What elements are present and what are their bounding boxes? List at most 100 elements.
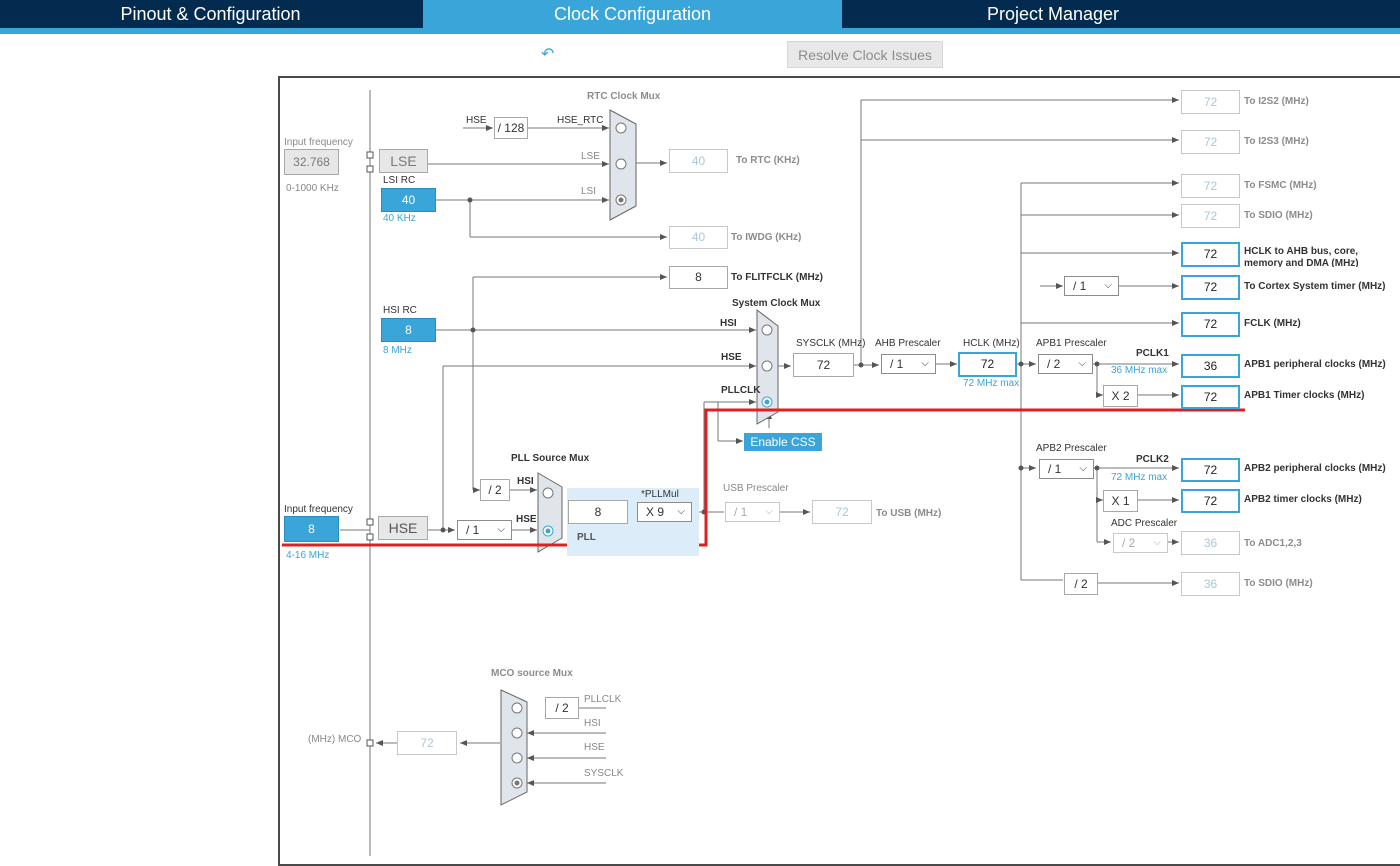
- hse-divider-value: / 1: [466, 523, 480, 537]
- hclk-input[interactable]: 72: [958, 352, 1017, 377]
- apb1-prescaler-select[interactable]: / 2 ⌵: [1038, 354, 1093, 374]
- adc-prescaler-value: / 2: [1122, 536, 1136, 550]
- pll-hsi-label: HSI: [517, 476, 534, 487]
- apb1-prescaler-label: APB1 Prescaler: [1036, 338, 1107, 349]
- iwdg-output: 40: [669, 226, 728, 249]
- i2s2-label: To I2S2 (MHz): [1244, 96, 1309, 107]
- adc-prescaler-label: ADC Prescaler: [1111, 518, 1178, 529]
- pclk2-label: PCLK2: [1136, 454, 1169, 465]
- rtc-hse-label: HSE: [466, 115, 487, 126]
- adc-prescaler-select[interactable]: / 2 ⌵: [1113, 533, 1168, 553]
- hse-input-label: Input frequency: [284, 504, 353, 515]
- hse-divider-select[interactable]: / 1 ⌵: [457, 520, 512, 540]
- pllmul-select[interactable]: X 9 ⌵: [637, 502, 692, 522]
- apb2-peripheral-label: APB2 peripheral clocks (MHz): [1244, 463, 1386, 474]
- lsi-title: LSI RC: [383, 175, 416, 186]
- apb1-max: 36 MHz max: [1111, 365, 1168, 376]
- apb2-peripheral-value[interactable]: 72: [1181, 458, 1240, 482]
- apb2-max: 72 MHz max: [1111, 472, 1168, 483]
- chevron-down-icon: ⌵: [1078, 358, 1086, 369]
- chevron-down-icon: ⌵: [765, 506, 773, 517]
- usb-prescaler-value: / 1: [734, 505, 748, 519]
- apb1-peripheral-label: APB1 peripheral clocks (MHz): [1244, 359, 1386, 370]
- rtc-mux-title: RTC Clock Mux: [587, 91, 661, 102]
- sysmux-pllclk-label: PLLCLK: [721, 385, 761, 396]
- flitfclk-label: To FLITFCLK (MHz): [731, 272, 824, 283]
- sysclk-value: 72: [793, 353, 854, 377]
- apb2-prescaler-select[interactable]: / 1 ⌵: [1039, 459, 1094, 479]
- pll-label: PLL: [577, 532, 596, 543]
- chevron-down-icon: ⌵: [1104, 280, 1112, 291]
- mco-hse-label: HSE: [584, 742, 605, 753]
- sdio2-output: 36: [1181, 572, 1240, 596]
- apb1-timer-value[interactable]: 72: [1181, 385, 1240, 409]
- clock-tree-wires: [282, 90, 1245, 856]
- sysmux-hsi-label: HSI: [720, 318, 737, 329]
- apb2-prescaler-value: / 1: [1048, 462, 1062, 476]
- usb-prescaler-label: USB Prescaler: [723, 483, 789, 494]
- mco-divider: / 2: [545, 697, 579, 719]
- rtc-lsi-label: LSI: [581, 186, 597, 197]
- hsi-value[interactable]: 8: [381, 318, 436, 342]
- hclk-ahb-label: HCLK to AHB bus, core,: [1244, 246, 1359, 257]
- chevron-down-icon: ⌵: [497, 524, 505, 535]
- fclk-value[interactable]: 72: [1181, 312, 1240, 337]
- pll-hse-label: HSE: [516, 514, 537, 525]
- usb-prescaler-select[interactable]: / 1 ⌵: [725, 502, 780, 522]
- usb-output-label: To USB (MHz): [876, 508, 942, 519]
- adc-output-label: To ADC1,2,3: [1244, 538, 1302, 549]
- flitfclk-output: 8: [669, 266, 728, 289]
- cortex-timer-value[interactable]: 72: [1181, 275, 1240, 300]
- iwdg-label: To IWDG (KHz): [731, 232, 802, 243]
- ahb-prescaler-select[interactable]: / 1 ⌵: [881, 354, 936, 374]
- cortex-divider-select[interactable]: / 1 ⌵: [1064, 276, 1119, 296]
- sdio-divider: / 2: [1064, 573, 1098, 595]
- fclk-label: FCLK (MHz): [1244, 318, 1301, 329]
- lse-range: 0-1000 KHz: [286, 183, 339, 194]
- lsi-value[interactable]: 40: [381, 188, 436, 212]
- apb1-prescaler-value: / 2: [1047, 357, 1061, 371]
- hsi-title: HSI RC: [383, 305, 417, 316]
- lse-input-frequency[interactable]: 32.768: [284, 149, 339, 175]
- mco-label: (MHz) MCO: [308, 734, 362, 745]
- pclk1-label: PCLK1: [1136, 348, 1169, 359]
- hclk-ahb-label-line2: memory and DMA (MHz): [1244, 258, 1359, 267]
- lse-button[interactable]: LSE: [379, 149, 428, 173]
- sdio-label: To SDIO (MHz): [1244, 210, 1313, 221]
- lsi-unit: 40 KHz: [383, 213, 416, 224]
- mco-source-mux-title: MCO source Mux: [491, 668, 573, 679]
- pll-source-mux-title: PLL Source Mux: [511, 453, 590, 464]
- hse-range: 4-16 MHz: [286, 550, 330, 561]
- rtc-hse-rtc-label: HSE_RTC: [557, 115, 604, 126]
- mco-output: 72: [397, 731, 457, 755]
- hclk-ahb-value[interactable]: 72: [1181, 242, 1240, 267]
- fsmc-output: 72: [1181, 174, 1240, 198]
- chevron-down-icon: ⌵: [677, 506, 685, 517]
- adc-output: 36: [1181, 531, 1240, 555]
- system-clock-mux-title: System Clock Mux: [732, 298, 821, 309]
- apb2-timer-multiplier: X 1: [1103, 490, 1138, 512]
- ahb-prescaler-value: / 1: [890, 357, 904, 371]
- i2s3-output: 72: [1181, 130, 1240, 154]
- usb-output: 72: [812, 500, 872, 524]
- sdio2-label: To SDIO (MHz): [1244, 578, 1313, 589]
- chevron-down-icon: ⌵: [1153, 537, 1161, 548]
- apb2-prescaler-label: APB2 Prescaler: [1036, 443, 1107, 454]
- rtc-output: 40: [669, 149, 728, 173]
- rtc-lse-label: LSE: [581, 151, 600, 162]
- apb1-peripheral-value[interactable]: 36: [1181, 354, 1240, 378]
- cortex-divider-value: / 1: [1073, 279, 1087, 293]
- mco-pllclk-label: PLLCLK: [584, 694, 622, 705]
- chevron-down-icon: ⌵: [921, 358, 929, 369]
- lse-input-label: Input frequency: [284, 137, 353, 148]
- chevron-down-icon: ⌵: [1079, 463, 1087, 474]
- apb1-timer-multiplier: X 2: [1103, 385, 1138, 407]
- sdio-output: 72: [1181, 204, 1240, 228]
- apb2-timer-value[interactable]: 72: [1181, 489, 1240, 513]
- hsi-unit: 8 MHz: [383, 345, 412, 356]
- i2s2-output: 72: [1181, 90, 1240, 114]
- enable-css-button[interactable]: Enable CSS: [744, 433, 822, 451]
- hse-input-frequency[interactable]: 8: [284, 516, 339, 542]
- hse-button[interactable]: HSE: [378, 516, 428, 540]
- hclk-max: 72 MHz max: [963, 378, 1020, 389]
